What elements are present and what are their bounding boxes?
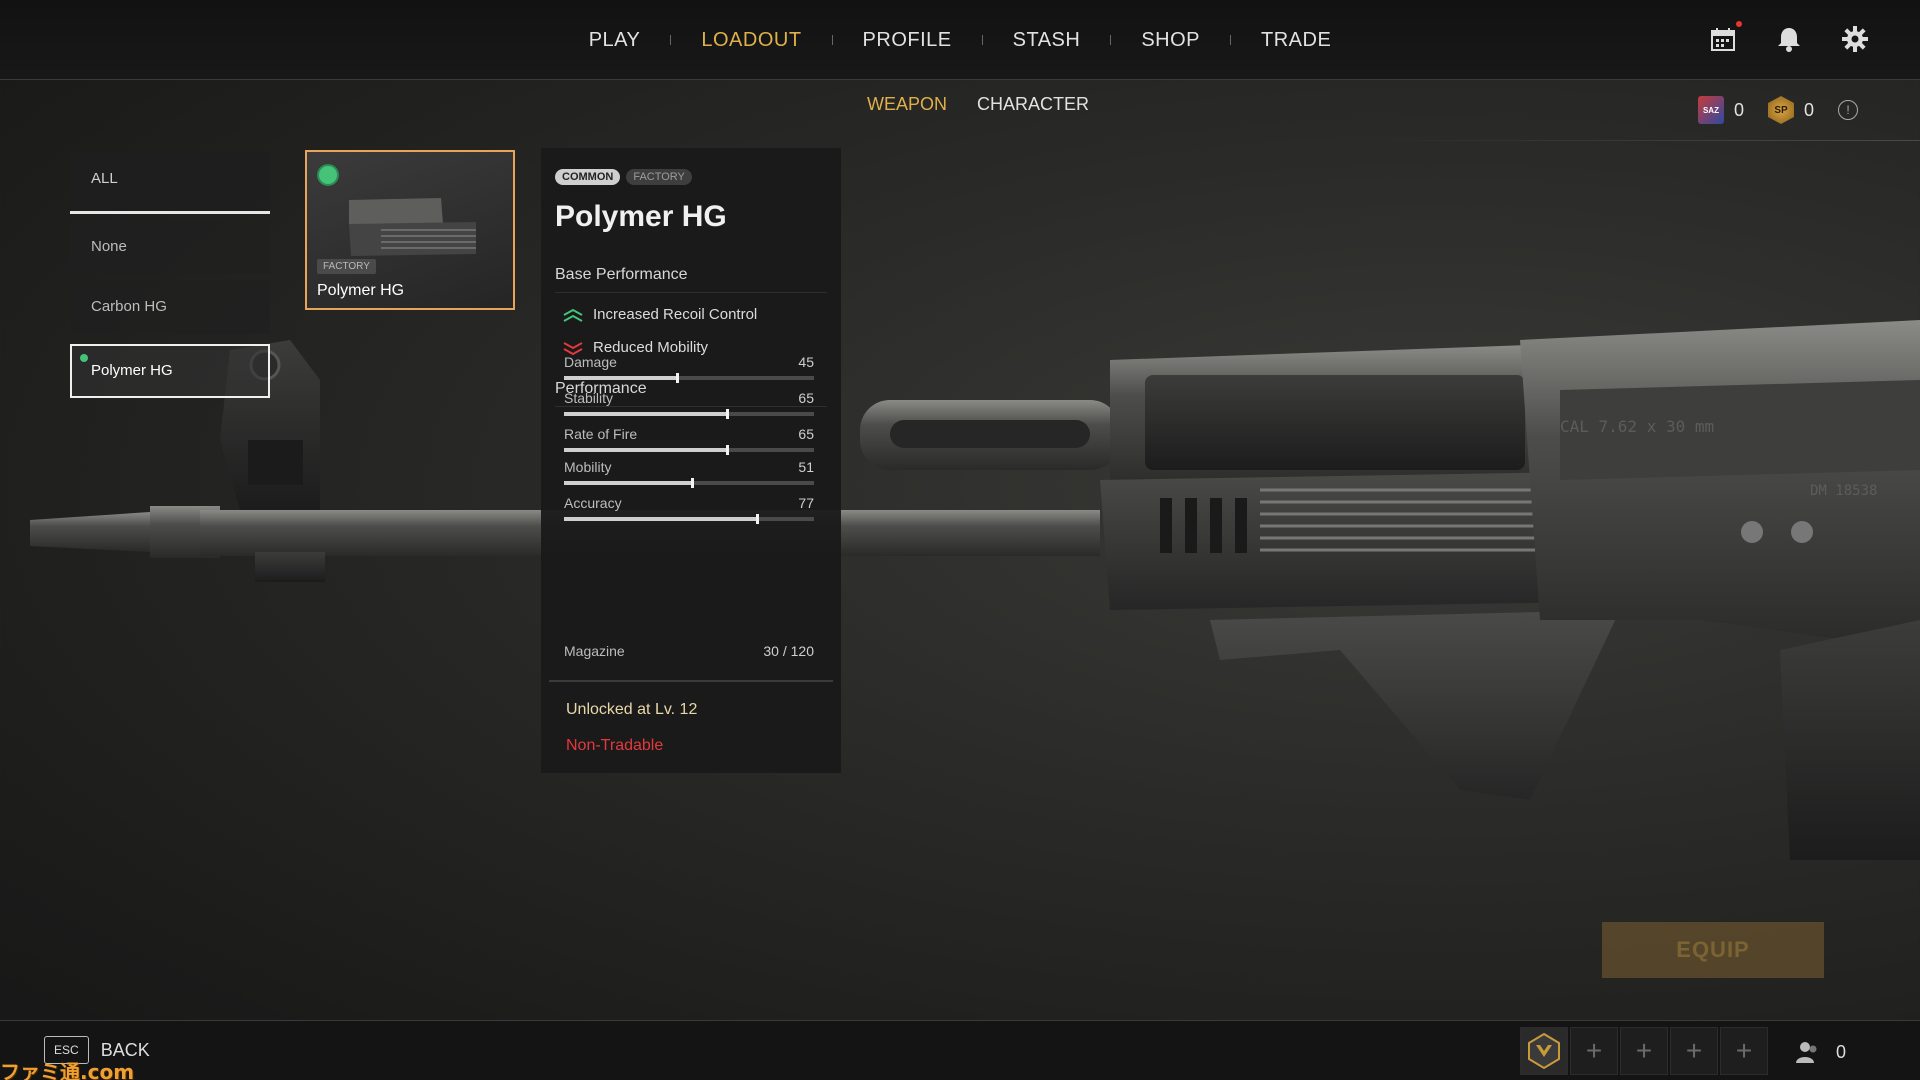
bottom-bar: ESC BACK + + + + 0 bbox=[0, 1020, 1920, 1080]
stat-label: Stability bbox=[564, 390, 614, 406]
filter-item-none[interactable]: None bbox=[70, 220, 270, 274]
stat-value: 51 bbox=[798, 459, 814, 475]
filter-item-label: None bbox=[91, 238, 127, 255]
stat-bar-marker bbox=[691, 478, 694, 488]
currency-bar: SAZ 0 SP 0 ! bbox=[1697, 96, 1858, 124]
bell-icon[interactable] bbox=[1774, 24, 1804, 54]
magazine-value: 30 / 120 bbox=[763, 643, 814, 659]
notification-dot bbox=[1736, 21, 1742, 27]
saz-coin-icon: SAZ bbox=[1697, 96, 1724, 124]
party-slots: + + + + bbox=[1520, 1027, 1768, 1075]
stat-bar-marker bbox=[756, 514, 759, 524]
nav-loadout[interactable]: LOADOUT bbox=[671, 29, 831, 52]
stat-value: 65 bbox=[798, 390, 814, 406]
add-party-member-button[interactable]: + bbox=[1670, 1027, 1718, 1075]
handguard-thumbnail bbox=[349, 198, 476, 256]
stat-bar-track bbox=[564, 445, 814, 455]
handguard-filter-list: ALL None Carbon HG Polymer HG bbox=[70, 152, 270, 398]
item-card-polymer-hg[interactable]: FACTORY Polymer HG bbox=[305, 150, 515, 310]
friends-icon bbox=[1796, 1042, 1817, 1063]
filter-all[interactable]: ALL bbox=[70, 152, 270, 214]
filter-item-label: Carbon HG bbox=[91, 298, 167, 315]
header-divider bbox=[1360, 140, 1920, 141]
nav-shop[interactable]: SHOP bbox=[1111, 29, 1230, 52]
stat-bar-track bbox=[564, 373, 814, 383]
sp-amount: 0 bbox=[1803, 99, 1814, 120]
tradable-status: Non-Tradable bbox=[566, 737, 664, 754]
watermark-logo: ファミ通.com bbox=[0, 1060, 135, 1080]
nav-profile[interactable]: PROFILE bbox=[833, 29, 982, 52]
stat-bar-fill bbox=[564, 412, 727, 416]
add-party-member-button[interactable]: + bbox=[1620, 1027, 1668, 1075]
nav-trade[interactable]: TRADE bbox=[1231, 29, 1361, 52]
magazine-row: Magazine 30 / 120 bbox=[564, 643, 814, 659]
stat-bar-track bbox=[564, 514, 814, 524]
item-tags: COMMON FACTORY bbox=[555, 169, 692, 185]
stat-value: 45 bbox=[798, 354, 814, 370]
stat-bar-fill bbox=[564, 481, 692, 485]
nav-stash[interactable]: STASH bbox=[983, 29, 1111, 52]
base-performance-heading: Base Performance bbox=[555, 266, 827, 293]
currency-info-icon[interactable]: ! bbox=[1838, 100, 1858, 120]
stat-bar-track bbox=[564, 478, 814, 488]
item-detail-panel: COMMON FACTORY Polymer HG Base Performan… bbox=[541, 148, 841, 773]
stat-label: Rate of Fire bbox=[564, 426, 638, 442]
currency-saz: SAZ 0 bbox=[1697, 96, 1744, 124]
top-nav-bar: PLAY LOADOUT PROFILE STASH SHOP TRADE bbox=[0, 0, 1920, 80]
currency-sp: SP 0 bbox=[1767, 96, 1814, 124]
equipped-indicator-icon bbox=[317, 164, 339, 186]
stat-value: 65 bbox=[798, 426, 814, 442]
equipped-dot-icon bbox=[80, 354, 88, 362]
friends-button[interactable]: 0 bbox=[1794, 1039, 1846, 1065]
stat-bar-fill bbox=[564, 448, 727, 452]
item-title: Polymer HG bbox=[555, 200, 727, 233]
positive-chevron-icon bbox=[563, 308, 583, 322]
top-icons bbox=[1708, 21, 1870, 54]
stat-value: 77 bbox=[798, 495, 814, 511]
player-rank-emblem-icon[interactable] bbox=[1520, 1027, 1568, 1075]
filter-item-carbon-hg[interactable]: Carbon HG bbox=[70, 280, 270, 334]
rifle-illustration: CAL 7.62 x 30 mm DM 18538 bbox=[30, 320, 1920, 860]
panel-divider bbox=[549, 680, 833, 682]
equip-button[interactable]: EQUIP bbox=[1602, 922, 1824, 978]
stat-label: Mobility bbox=[564, 459, 612, 475]
filter-item-label: Polymer HG bbox=[91, 362, 173, 379]
stat-label: Damage bbox=[564, 354, 617, 370]
stat-bar-track bbox=[564, 409, 814, 419]
saz-amount: 0 bbox=[1733, 99, 1744, 120]
nav-play[interactable]: PLAY bbox=[559, 29, 671, 52]
stat-bar-fill bbox=[564, 517, 757, 521]
factory-badge: FACTORY bbox=[317, 259, 376, 274]
stat-bar-marker bbox=[726, 445, 729, 455]
base-effect-row: Increased Recoil Control bbox=[563, 306, 757, 323]
calendar-icon[interactable] bbox=[1708, 21, 1742, 54]
unlock-requirement: Unlocked at Lv. 12 bbox=[566, 701, 698, 718]
base-effect-text: Increased Recoil Control bbox=[593, 306, 758, 323]
sub-tabs: WEAPON CHARACTER bbox=[0, 94, 1920, 115]
magazine-label: Magazine bbox=[564, 643, 625, 659]
add-party-member-button[interactable]: + bbox=[1570, 1027, 1618, 1075]
serial-engraving: DM 18538 bbox=[1810, 483, 1877, 499]
friends-count: 0 bbox=[1836, 1041, 1847, 1062]
stat-bar-marker bbox=[676, 373, 679, 383]
stat-bar-fill bbox=[564, 376, 677, 380]
filter-item-polymer-hg[interactable]: Polymer HG bbox=[70, 344, 270, 398]
stat-bar-marker bbox=[726, 409, 729, 419]
tab-character[interactable]: CHARACTER bbox=[977, 94, 1089, 115]
gear-icon[interactable] bbox=[1840, 24, 1870, 54]
stat-label: Accuracy bbox=[564, 495, 622, 511]
sp-coin-icon: SP bbox=[1767, 96, 1794, 124]
source-tag: FACTORY bbox=[626, 169, 692, 185]
tab-weapon[interactable]: WEAPON bbox=[867, 94, 947, 115]
add-party-member-button[interactable]: + bbox=[1720, 1027, 1768, 1075]
main-nav: PLAY LOADOUT PROFILE STASH SHOP TRADE bbox=[0, 0, 1920, 80]
caliber-engraving: CAL 7.62 x 30 mm bbox=[1560, 417, 1714, 436]
rarity-tag: COMMON bbox=[555, 169, 621, 185]
card-item-name: Polymer HG bbox=[317, 282, 405, 299]
